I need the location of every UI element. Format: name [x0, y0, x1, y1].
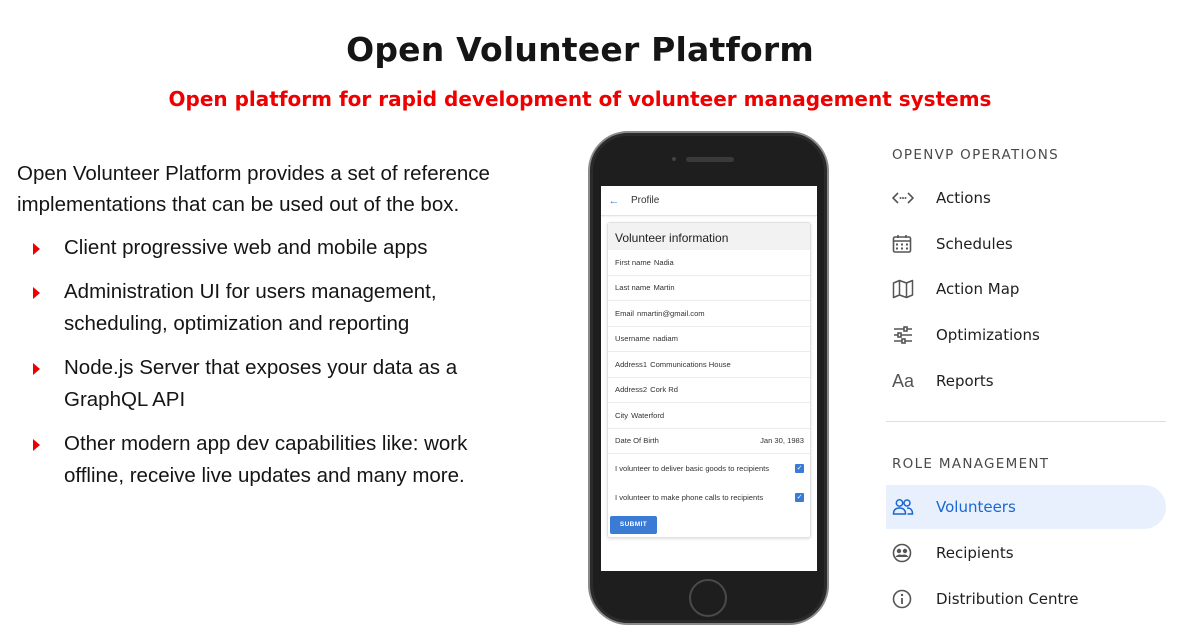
field-label: Last name	[615, 283, 651, 293]
feature-list: Client progressive web and mobile apps A…	[30, 232, 500, 504]
feature-text: Client progressive web and mobile apps	[64, 236, 428, 259]
checkbox-checked-icon[interactable]: ✓	[795, 493, 804, 502]
field-value: Communications House	[650, 359, 731, 369]
submit-button[interactable]: SUBMIT	[610, 516, 657, 534]
email-field[interactable]: Email nmartin@gmail.com	[608, 301, 810, 327]
phone-calls-checkbox-row[interactable]: I volunteer to make phone calls to recip…	[608, 483, 810, 512]
nav-label: Optimizations	[936, 326, 1040, 344]
screen-title: Profile	[631, 195, 660, 206]
nav-label: Reports	[936, 372, 994, 390]
nav-item-reports[interactable]: Aa Reports	[886, 359, 1166, 403]
field-label: Date Of Birth	[615, 436, 659, 446]
feature-text: Other modern app dev capabilities like: …	[64, 432, 468, 487]
checkbox-label: I volunteer to deliver basic goods to re…	[615, 464, 770, 473]
volunteer-form-card: Volunteer information First name Nadia La…	[607, 222, 811, 538]
calendar-icon	[886, 234, 936, 254]
nav-item-volunteers[interactable]: Volunteers	[886, 485, 1166, 529]
nav-label: Actions	[936, 189, 991, 207]
section-divider	[886, 421, 1166, 422]
feature-item: Client progressive web and mobile apps	[30, 232, 500, 264]
field-value: Waterford	[631, 410, 665, 420]
address2-field[interactable]: Address2 Cork Rd	[608, 378, 810, 403]
phone-mockup: ← Profile Volunteer information First na…	[588, 131, 829, 625]
intro-paragraph: Open Volunteer Platform provides a set o…	[17, 162, 490, 216]
code-arrows-icon	[886, 191, 936, 205]
navigation-sidebar: OPENVP OPERATIONS Actions Schedules Acti…	[886, 140, 1166, 620]
last-name-field[interactable]: Last name Martin	[608, 276, 810, 301]
operations-section-title: OPENVP OPERATIONS	[892, 147, 1060, 163]
feature-text: Administration UI for users management, …	[64, 280, 437, 335]
app-bar: ← Profile	[601, 186, 817, 216]
phone-speaker	[686, 157, 734, 162]
field-value: Cork Rd	[650, 385, 678, 395]
feature-item: Administration UI for users management, …	[30, 276, 500, 340]
date-of-birth-field[interactable]: Date Of Birth Jan 30, 1983	[608, 429, 810, 454]
field-label: Email	[615, 308, 634, 318]
field-value: Jan 30, 1983	[760, 436, 804, 446]
nav-item-optimizations[interactable]: Optimizations	[886, 313, 1166, 357]
nav-label: Schedules	[936, 235, 1013, 253]
feature-item: Other modern app dev capabilities like: …	[30, 428, 500, 492]
checkbox-label: I volunteer to make phone calls to recip…	[615, 493, 764, 502]
sliders-icon	[886, 326, 936, 344]
caret-right-icon	[33, 363, 40, 375]
page-subtitle: Open platform for rapid development of v…	[168, 87, 992, 111]
phone-screen: ← Profile Volunteer information First na…	[601, 186, 817, 571]
arrow-left-icon[interactable]: ←	[603, 195, 625, 207]
caret-right-icon	[33, 439, 40, 451]
nav-label: Distribution Centre	[936, 590, 1079, 608]
username-field[interactable]: Username nadiam	[608, 327, 810, 352]
field-label: City	[615, 410, 629, 420]
nav-label: Recipients	[936, 544, 1014, 562]
field-label: Address2	[615, 385, 648, 395]
page-title: Open Volunteer Platform	[346, 30, 814, 69]
nav-item-actions[interactable]: Actions	[886, 176, 1166, 220]
field-label: First name	[615, 257, 651, 267]
address1-field[interactable]: Address1 Communications House	[608, 352, 810, 378]
caret-right-icon	[33, 287, 40, 299]
field-value: nmartin@gmail.com	[637, 308, 705, 318]
roles-section-title: ROLE MANAGEMENT	[892, 456, 1050, 472]
nav-label: Action Map	[936, 280, 1020, 298]
checkbox-checked-icon[interactable]: ✓	[795, 464, 804, 473]
nav-label: Volunteers	[936, 498, 1016, 516]
font-icon: Aa	[892, 370, 915, 391]
nav-item-distribution-centre[interactable]: Distribution Centre	[886, 577, 1166, 621]
feature-item: Node.js Server that exposes your data as…	[30, 352, 500, 416]
field-value: Martin	[653, 283, 675, 293]
card-title: Volunteer information	[608, 223, 810, 250]
city-field[interactable]: City Waterford	[608, 403, 810, 429]
nav-item-action-map[interactable]: Action Map	[886, 267, 1166, 311]
group-circle-icon	[886, 543, 936, 563]
field-label: Address1	[615, 359, 648, 369]
phone-home-button	[689, 579, 727, 617]
info-icon	[886, 589, 936, 609]
first-name-field[interactable]: First name Nadia	[608, 250, 810, 276]
nav-item-recipients[interactable]: Recipients	[886, 531, 1166, 575]
field-label: Username	[615, 334, 651, 344]
map-icon	[886, 279, 936, 299]
feature-text: Node.js Server that exposes your data as…	[64, 356, 458, 411]
field-value: nadiam	[653, 334, 678, 344]
caret-right-icon	[33, 243, 40, 255]
nav-item-schedules[interactable]: Schedules	[886, 222, 1166, 266]
deliver-goods-checkbox-row[interactable]: I volunteer to deliver basic goods to re…	[608, 454, 810, 483]
field-value: Nadia	[653, 257, 674, 267]
people-icon	[886, 498, 936, 516]
phone-camera	[672, 157, 676, 161]
